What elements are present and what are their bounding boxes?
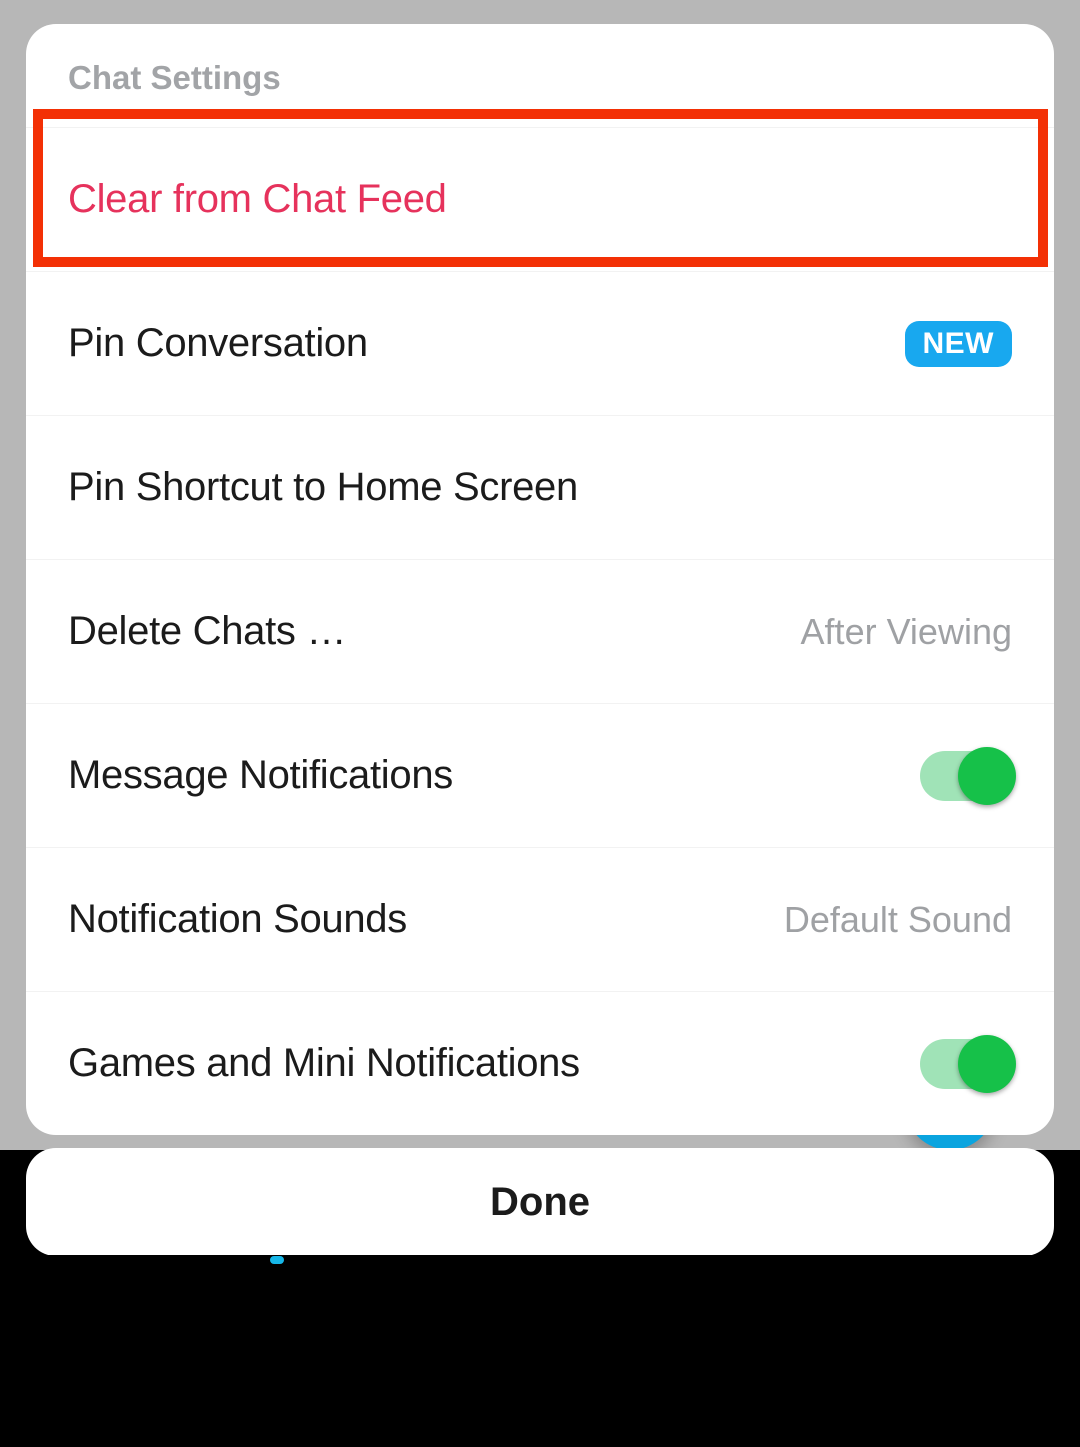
row-message-notifications: Message Notifications xyxy=(26,703,1054,847)
sheet-header: Chat Settings xyxy=(26,24,1054,127)
done-button-label: Done xyxy=(490,1180,590,1225)
delete-chats-label: Delete Chats … xyxy=(68,609,346,654)
notification-sounds-label: Notification Sounds xyxy=(68,897,407,942)
chat-settings-sheet: Chat Settings Clear from Chat Feed Pin C… xyxy=(26,24,1054,1135)
row-games-mini-notifications: Games and Mini Notifications xyxy=(26,991,1054,1135)
pin-shortcut-label: Pin Shortcut to Home Screen xyxy=(68,465,578,510)
toggle-knob xyxy=(958,1035,1016,1093)
done-button[interactable]: Done xyxy=(26,1148,1054,1256)
row-clear-from-chat-feed[interactable]: Clear from Chat Feed xyxy=(26,127,1054,271)
message-notifications-toggle[interactable] xyxy=(920,751,1012,801)
row-pin-conversation[interactable]: Pin Conversation NEW xyxy=(26,271,1054,415)
games-mini-label: Games and Mini Notifications xyxy=(68,1041,580,1086)
notification-sounds-value: Default Sound xyxy=(784,899,1012,941)
new-badge: NEW xyxy=(905,321,1013,367)
clear-from-chat-feed-label: Clear from Chat Feed xyxy=(68,177,447,222)
row-pin-shortcut-home[interactable]: Pin Shortcut to Home Screen xyxy=(26,415,1054,559)
games-mini-toggle[interactable] xyxy=(920,1039,1012,1089)
delete-chats-value: After Viewing xyxy=(801,611,1012,653)
row-notification-sounds[interactable]: Notification Sounds Default Sound xyxy=(26,847,1054,991)
row-delete-chats[interactable]: Delete Chats … After Viewing xyxy=(26,559,1054,703)
message-notifications-label: Message Notifications xyxy=(68,753,453,798)
black-footer-area xyxy=(0,1255,1080,1447)
pin-conversation-label: Pin Conversation xyxy=(68,321,368,366)
partial-indicator-icon xyxy=(270,1256,284,1264)
sheet-title: Chat Settings xyxy=(68,59,1012,97)
toggle-knob xyxy=(958,747,1016,805)
